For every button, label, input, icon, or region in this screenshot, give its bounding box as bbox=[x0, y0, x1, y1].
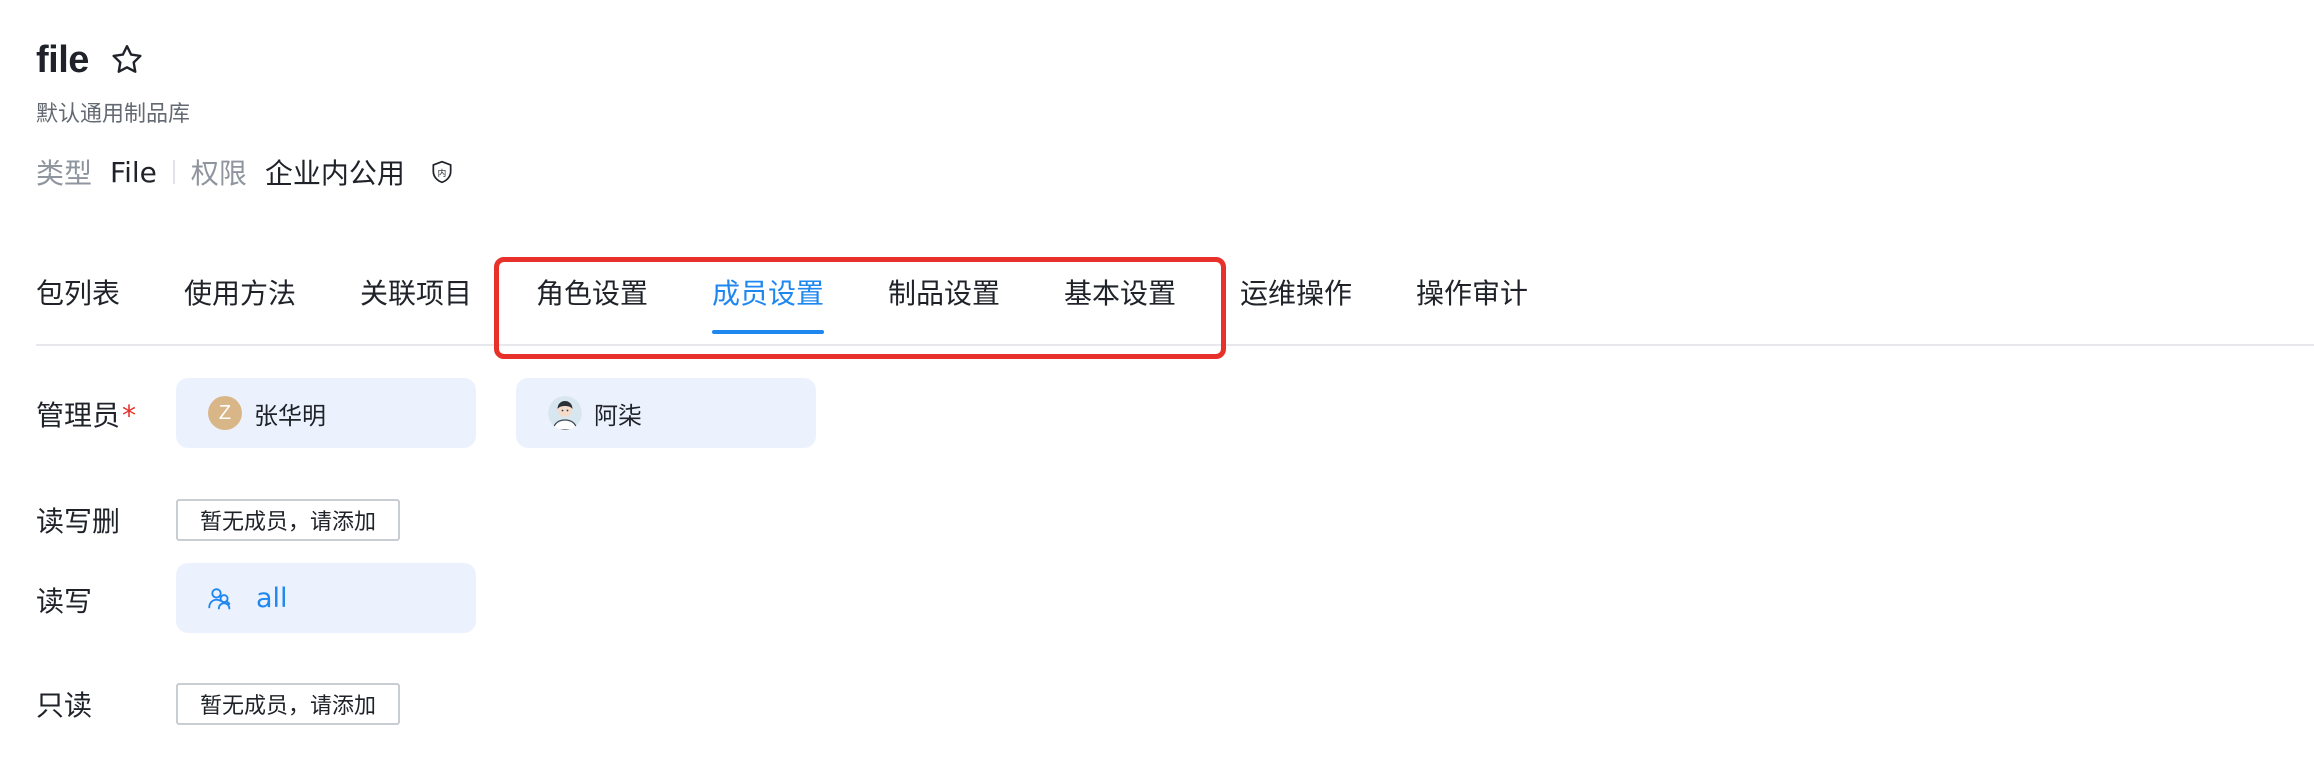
repo-meta: 类型 File 权限 企业内公用 内 bbox=[36, 152, 2236, 192]
permission-label: 权限 bbox=[190, 157, 247, 190]
title-row: file bbox=[36, 30, 2236, 90]
member-name: 张华明 bbox=[254, 401, 326, 430]
repo-header: file 默认通用制品库 类型 File 权限 企业内公用 内 bbox=[36, 30, 2236, 192]
group-chip[interactable]: all bbox=[176, 563, 476, 633]
rwd-row-label: 读写删 bbox=[36, 505, 121, 538]
tab-usage[interactable]: 使用方法 bbox=[184, 274, 296, 330]
tab-package-list[interactable]: 包列表 bbox=[36, 274, 120, 330]
tab-member-settings[interactable]: 成员设置 bbox=[712, 274, 825, 334]
member-name: 阿柒 bbox=[594, 401, 642, 430]
member-chip[interactable]: Z 张华明 bbox=[176, 378, 476, 448]
type-label: 类型 bbox=[36, 157, 93, 190]
tab-artifact-settings[interactable]: 制品设置 bbox=[888, 274, 1000, 330]
tab-audit[interactable]: 操作审计 bbox=[1416, 274, 1528, 330]
ro-row-label: 只读 bbox=[36, 689, 93, 722]
rw-row-label: 读写 bbox=[36, 585, 93, 618]
admin-label: 管理员 bbox=[36, 399, 121, 432]
avatar: Z bbox=[208, 396, 242, 430]
add-member-button[interactable]: 暂无成员，请添加 bbox=[176, 683, 400, 725]
user-group-icon bbox=[206, 584, 234, 612]
group-name: all bbox=[256, 582, 288, 614]
repo-subtitle: 默认通用制品库 bbox=[36, 102, 191, 127]
member-chip[interactable]: 阿柒 bbox=[516, 378, 816, 448]
add-member-button[interactable]: 暂无成员，请添加 bbox=[176, 499, 400, 541]
tab-ops[interactable]: 运维操作 bbox=[1240, 274, 1352, 330]
tab-role-settings[interactable]: 角色设置 bbox=[536, 274, 648, 330]
star-icon[interactable] bbox=[107, 40, 147, 80]
shield-text: 内 bbox=[438, 167, 447, 179]
repo-title: file bbox=[36, 38, 89, 81]
required-mark: * bbox=[122, 399, 137, 432]
type-value: File bbox=[110, 155, 157, 189]
meta-divider bbox=[172, 160, 175, 184]
avatar bbox=[548, 396, 582, 430]
shield-icon[interactable]: 内 bbox=[429, 159, 455, 185]
tab-linked-projects[interactable]: 关联项目 bbox=[360, 274, 472, 330]
tab-basic-settings[interactable]: 基本设置 bbox=[1064, 274, 1176, 330]
admin-row-label: 管理员* bbox=[36, 394, 136, 434]
tab-bar: 包列表 使用方法 关联项目 角色设置 成员设置 制品设置 基本设置 运维操作 操… bbox=[36, 262, 2314, 346]
permission-value: 企业内公用 bbox=[264, 157, 405, 190]
